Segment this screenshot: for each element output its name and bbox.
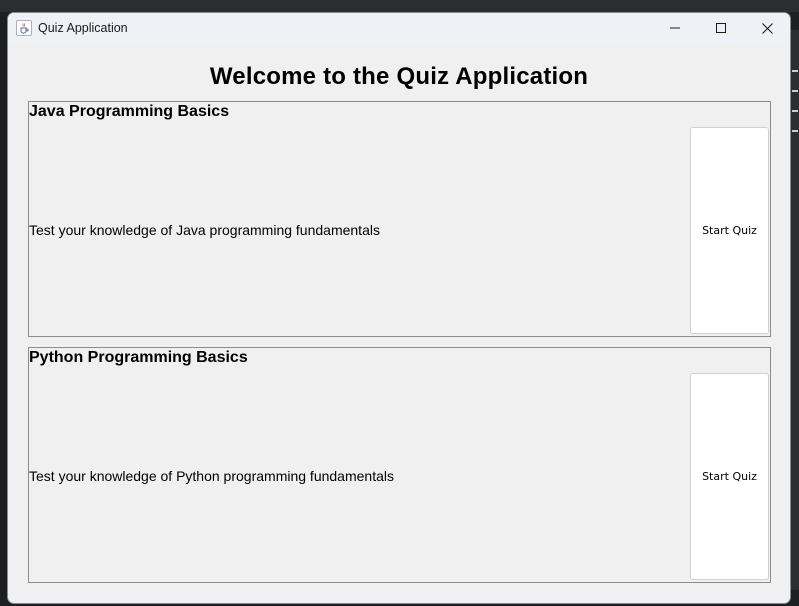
close-icon — [761, 22, 773, 34]
main-content: Welcome to the Quiz Application Java Pro… — [8, 43, 790, 603]
quiz-title: Python Programming Basics — [29, 349, 248, 366]
maximize-icon — [716, 23, 726, 33]
desktop-background — [0, 0, 799, 12]
quiz-description: Test your knowledge of Java programming … — [29, 222, 380, 238]
desktop-side-strip — [791, 30, 799, 590]
quiz-panel-python: Python Programming Basics Test your know… — [28, 347, 771, 583]
page-title: Welcome to the Quiz Application — [209, 63, 589, 90]
desktop-mark — [792, 130, 798, 132]
quiz-title: Java Programming Basics — [29, 103, 230, 120]
title-bar[interactable]: Quiz Application — [8, 13, 790, 43]
start-quiz-button-python[interactable]: Start Quiz — [690, 373, 769, 580]
window-title: Quiz Application — [38, 21, 128, 35]
minimize-button[interactable] — [652, 13, 698, 43]
quiz-description: Test your knowledge of Python programmin… — [29, 468, 394, 484]
maximize-button[interactable] — [698, 13, 744, 43]
start-quiz-button-java[interactable]: Start Quiz — [690, 127, 769, 334]
minimize-icon — [670, 23, 680, 33]
desktop-mark — [792, 70, 798, 72]
quiz-panel-java: Java Programming Basics Test your knowle… — [28, 101, 771, 337]
desktop-mark — [792, 90, 798, 92]
desktop-mark — [792, 110, 798, 112]
window-controls — [652, 13, 790, 43]
quiz-application-window: Quiz Application Welcome to the Quiz App… — [7, 12, 791, 604]
close-button[interactable] — [744, 13, 790, 43]
java-cup-icon — [16, 20, 32, 36]
